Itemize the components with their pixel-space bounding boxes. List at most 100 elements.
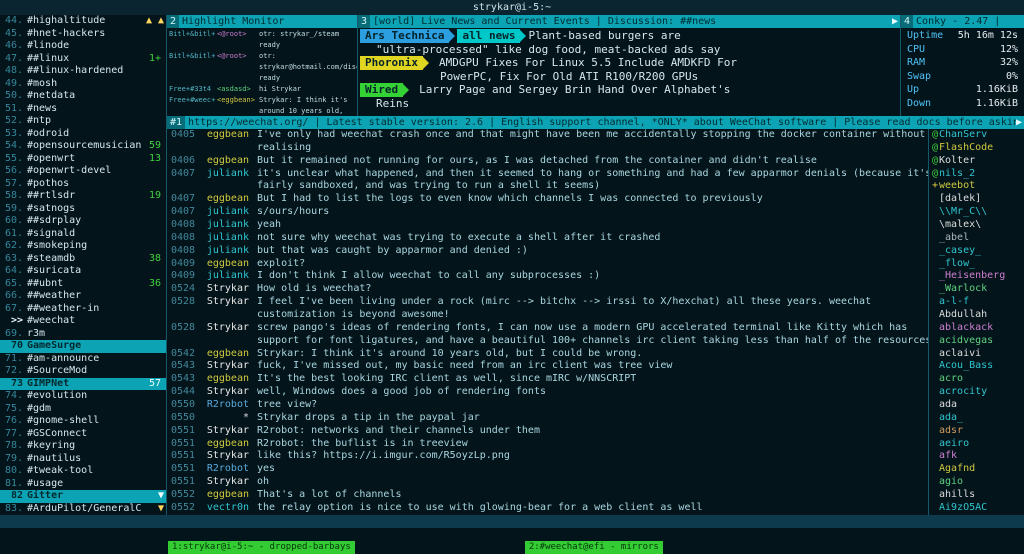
nicklist-item[interactable]: _Heisenberg	[932, 270, 1024, 283]
nicklist-item[interactable]: aeiro	[932, 438, 1024, 451]
chat-message-area[interactable]: 0405 eggbean I've only had weechat crash…	[167, 129, 928, 515]
buffer-list-item[interactable]: 47. ##linux 1+	[0, 53, 166, 66]
buffer-list-item[interactable]: 83. #ArduPilot/GeneralC ▼	[0, 503, 166, 516]
buffer-list-item[interactable]: 57. #pothos	[0, 178, 166, 191]
nicklist-item[interactable]: acrocity	[932, 386, 1024, 399]
stat-label: Down	[907, 97, 931, 111]
nick-name: _casey_	[939, 245, 981, 258]
buffer-list-item[interactable]: 77. #GSConnect	[0, 428, 166, 441]
nicklist-item[interactable]: Abdullah	[932, 309, 1024, 322]
buffer-list-item[interactable]: 54. #opensourcemusician 59	[0, 140, 166, 153]
buffer-list-item[interactable]: 67. ##weather-in	[0, 303, 166, 316]
message-text: s/ours/hours	[257, 206, 928, 219]
stat-value: 5h 16m 12s	[958, 29, 1018, 43]
nicklist-item[interactable]: + weebot	[932, 180, 1024, 193]
buffer-list-item[interactable]: 63. #steamdb 38	[0, 253, 166, 266]
buffer-list-item[interactable]: 48. ##linux-hardened	[0, 65, 166, 78]
buffer-list-item[interactable]: 75. #gdm	[0, 403, 166, 416]
buffer-list-item[interactable]: 65. ##ubnt 36	[0, 278, 166, 291]
top-panes: 2 Highlight Monitor Bitl+&bitl+ <@root> …	[167, 15, 1024, 116]
input-bar[interactable]: [#weechat][Strykar(Zi)]	[0, 528, 1024, 541]
nicklist-item[interactable]: ada	[932, 399, 1024, 412]
tmux-window-tab[interactable]: 2:#weechat@efi - mirrors	[525, 541, 663, 554]
nicklist-item[interactable]: _casey_	[932, 245, 1024, 258]
stat-label: RAM	[907, 56, 925, 70]
buffer-number: 45.	[2, 28, 23, 41]
nicklist-item[interactable]: _Warlock	[932, 283, 1024, 296]
buffer-list-item[interactable]: 44. #highaltitude ▲ ▲	[0, 15, 166, 28]
buffer-list-item[interactable]: 56. #openwrt-devel	[0, 165, 166, 178]
buffer-scroll-indicator-icon[interactable]: ▼	[158, 490, 164, 503]
chat-message-row: 0528 Strykar screw pango's ideas of rend…	[171, 322, 928, 335]
tmux-window-tab[interactable]: 1:strykar@i-5:~ - dropped-barbays	[168, 541, 355, 554]
buffer-list-item[interactable]: 60. ##sdrplay	[0, 215, 166, 228]
buffer-list-item[interactable]: 78. #keyring	[0, 440, 166, 453]
nicklist-item[interactable]: acro	[932, 373, 1024, 386]
nicklist-item[interactable]: Acou_Bass	[932, 360, 1024, 373]
channel-titlebar: #1 https://weechat.org/ | Latest stable …	[167, 116, 1024, 129]
news-headline: Reins	[376, 97, 409, 111]
nicklist-item[interactable]: Agafnd	[932, 463, 1024, 476]
buffer-list-item[interactable]: 69. r3m	[0, 328, 166, 341]
message-nick: Strykar	[197, 476, 249, 489]
buffer-list-item[interactable]: 70 GameSurge	[0, 340, 166, 353]
buffer-list-item[interactable]: 76. #gnome-shell	[0, 415, 166, 428]
nicklist-item[interactable]: @ FlashCode	[932, 142, 1024, 155]
nicklist-item[interactable]: @ nils_2	[932, 168, 1024, 181]
nicklist-item[interactable]: @ ChanServ	[932, 129, 1024, 142]
buffer-list-item[interactable]: 55. #openwrt 13	[0, 153, 166, 166]
buffer-scroll-indicator-icon[interactable]: ▲ ▲	[146, 15, 164, 28]
nicklist-item[interactable]: agio	[932, 476, 1024, 489]
nicklist-item[interactable]: \\Mr_C\\	[932, 206, 1024, 219]
buffer-list-item[interactable]: 79. #nautilus	[0, 453, 166, 466]
buffer-list-item[interactable]: 71. #am-announce	[0, 353, 166, 366]
nicklist-item[interactable]: a-l-f	[932, 296, 1024, 309]
buffer-list-item[interactable]: 82 Gitter ▼	[0, 490, 166, 503]
buffer-list-item[interactable]: 58. ##rtlsdr 19	[0, 190, 166, 203]
nick-mode-prefix	[932, 309, 939, 322]
nicklist-item[interactable]: aclaivi	[932, 348, 1024, 361]
buffer-list-item[interactable]: 62. #smokeping	[0, 240, 166, 253]
buffer-list-item[interactable]: 61. #signald	[0, 228, 166, 241]
powerline-arrow-icon	[360, 43, 366, 55]
buffer-list-item[interactable]: 73 GIMPNet 57	[0, 378, 166, 391]
buffer-list-item[interactable]: 45. #hnet-hackers	[0, 28, 166, 41]
buffer-list-item[interactable]: >> #weechat	[0, 315, 166, 328]
message-time: 0408	[171, 232, 197, 245]
message-text: Strykar: I think it's around 10 years ol…	[257, 348, 928, 361]
buffer-list-item[interactable]: 59. #satnogs	[0, 203, 166, 216]
nicklist-item[interactable]: adsr	[932, 425, 1024, 438]
buffer-list-item[interactable]: 52. #ntp	[0, 115, 166, 128]
buffer-list-item[interactable]: 66. ##weather	[0, 290, 166, 303]
nicklist-item[interactable]: acidvegas	[932, 335, 1024, 348]
pane-number: #1	[167, 116, 185, 129]
buffer-list-item[interactable]: 50. #netdata	[0, 90, 166, 103]
system-stat-row: Uptime 5h 16m 12s	[903, 29, 1022, 43]
nicklist-item[interactable]: ada_	[932, 412, 1024, 425]
buffer-list-item[interactable]: 74. #evolution	[0, 390, 166, 403]
nicklist-item[interactable]: ahills	[932, 489, 1024, 502]
buffer-scroll-indicator-icon[interactable]: ▼	[158, 503, 164, 516]
nicklist-item[interactable]: [dalek]	[932, 193, 1024, 206]
nicklist-item[interactable]: afk	[932, 450, 1024, 463]
nicklist-item[interactable]: Ai9zO5AC	[932, 502, 1024, 515]
buffer-list-item[interactable]: 46. #linode	[0, 40, 166, 53]
buffer-name: ##ubnt	[27, 278, 63, 291]
powerline-arrow-icon	[403, 84, 409, 96]
nick-name: aeiro	[939, 438, 969, 451]
nicklist-item[interactable]: _flow_	[932, 258, 1024, 271]
buffer-list-item[interactable]: 64. #suricata	[0, 265, 166, 278]
buffer-list-item[interactable]: 72. #SourceMod	[0, 365, 166, 378]
buffer-list-item[interactable]: 49. #mosh	[0, 78, 166, 91]
nicklist-item[interactable]: \malex\	[932, 219, 1024, 232]
buffer-name: #nautilus	[27, 453, 81, 466]
message-time: 0528	[171, 296, 197, 309]
buffer-list-item[interactable]: 51. #news	[0, 103, 166, 116]
buffer-list-item[interactable]: 53. #odroid	[0, 128, 166, 141]
nicklist-item[interactable]: @ Kolter	[932, 155, 1024, 168]
buffer-list-item[interactable]: 80. #tweak-tool	[0, 465, 166, 478]
nicklist-item[interactable]: ablackack	[932, 322, 1024, 335]
nick-name: ablackack	[939, 322, 993, 335]
buffer-list-item[interactable]: 81. #usage	[0, 478, 166, 491]
nicklist-item[interactable]: _abel	[932, 232, 1024, 245]
